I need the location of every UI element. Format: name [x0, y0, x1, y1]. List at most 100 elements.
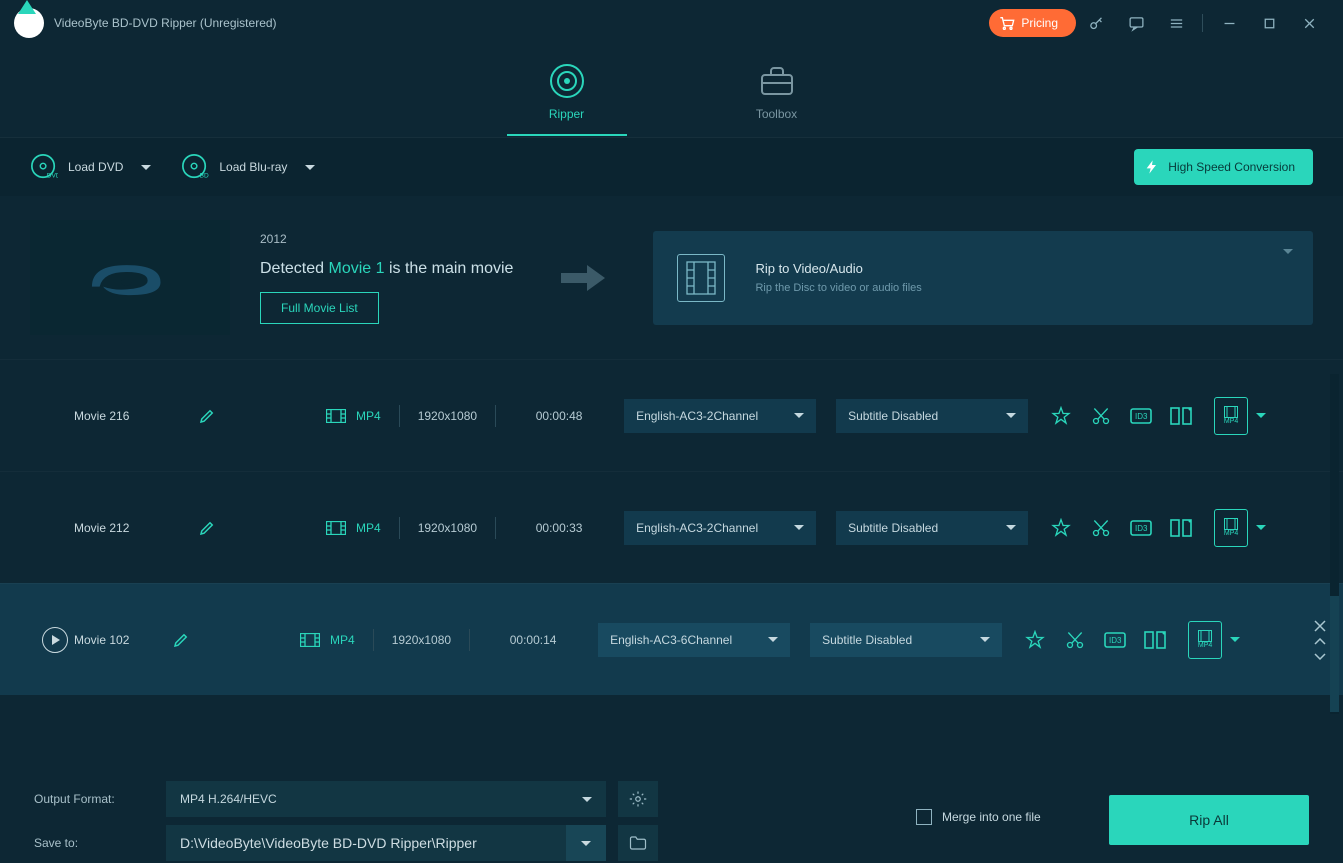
disc-thumbnail	[30, 220, 230, 335]
rip-target-card[interactable]: Rip to Video/Audio Rip the Disc to video…	[653, 231, 1313, 325]
load-dvd-button[interactable]: DVD Load DVD	[30, 153, 151, 181]
film-strip-icon	[326, 409, 346, 423]
move-up-icon[interactable]	[1314, 638, 1326, 646]
movie-name: Movie 216	[74, 409, 194, 423]
checkbox-icon	[916, 809, 932, 825]
cut-icon[interactable]	[1090, 405, 1112, 427]
full-movie-list-button[interactable]: Full Movie List	[260, 292, 379, 324]
main-movie-name: Movie 1	[328, 260, 384, 277]
chevron-down-icon	[980, 637, 990, 642]
detected-text: Detected Movie 1 is the main movie	[260, 260, 513, 278]
output-format-button[interactable]: MP4	[1214, 509, 1266, 547]
toolbox-icon	[759, 63, 795, 99]
load-dvd-label: Load DVD	[68, 160, 123, 174]
resolution: 1920x1080	[418, 409, 477, 423]
info-icon[interactable]: ID3	[1130, 405, 1152, 427]
edit-icon[interactable]	[198, 519, 216, 537]
menu-icon[interactable]	[1156, 8, 1196, 38]
merge-label: Merge into one file	[942, 810, 1041, 824]
folder-icon	[629, 835, 647, 851]
maximize-button[interactable]	[1249, 8, 1289, 38]
scrollbar-thumb[interactable]	[1330, 596, 1339, 712]
save-to-label: Save to:	[34, 836, 154, 850]
open-folder-button[interactable]	[618, 825, 658, 861]
film-icon	[677, 254, 725, 302]
resolution: 1920x1080	[418, 521, 477, 535]
movie-name: Movie 212	[74, 521, 194, 535]
remove-icon[interactable]	[1314, 620, 1326, 632]
save-path-field[interactable]: D:\VideoByte\VideoByte BD-DVD Ripper\Rip…	[166, 825, 566, 861]
audio-select[interactable]: English-AC3-6Channel	[598, 623, 790, 657]
format-info: MP4	[326, 521, 381, 535]
chevron-down-icon	[1006, 525, 1016, 530]
cut-icon[interactable]	[1064, 629, 1086, 651]
tab-toolbox-label: Toolbox	[756, 107, 797, 121]
pricing-button[interactable]: Pricing	[989, 9, 1076, 37]
subtitle-select[interactable]: Subtitle Disabled	[836, 511, 1028, 545]
star-icon[interactable]	[1050, 517, 1072, 539]
info-icon[interactable]: ID3	[1104, 629, 1126, 651]
close-button[interactable]	[1289, 8, 1329, 38]
save-path-dropdown[interactable]	[566, 825, 606, 861]
audio-select[interactable]: English-AC3-2Channel	[624, 511, 816, 545]
disc-summary: 2012 Detected Movie 1 is the main movie …	[0, 196, 1343, 359]
svg-text:BD: BD	[200, 172, 209, 179]
compress-icon[interactable]	[1144, 629, 1166, 651]
duration: 00:00:48	[514, 409, 604, 423]
format-info: MP4	[326, 409, 381, 423]
play-button[interactable]	[42, 627, 68, 653]
output-format-select[interactable]: MP4 H.264/HEVC	[166, 781, 606, 817]
audio-select[interactable]: English-AC3-2Channel	[624, 399, 816, 433]
pricing-label: Pricing	[1021, 16, 1058, 30]
app-title: VideoByte BD-DVD Ripper (Unregistered)	[54, 16, 277, 30]
feedback-icon[interactable]	[1116, 8, 1156, 38]
move-down-icon[interactable]	[1314, 652, 1326, 660]
bluray-disc-icon: BD	[181, 153, 209, 181]
chevron-down-icon	[1230, 637, 1240, 642]
chevron-down-icon	[794, 525, 804, 530]
compress-icon[interactable]	[1170, 517, 1192, 539]
duration: 00:00:14	[488, 633, 578, 647]
rip-card-title: Rip to Video/Audio	[755, 261, 921, 276]
svg-text:DVD: DVD	[47, 172, 58, 179]
duration: 00:00:33	[514, 521, 604, 535]
subtitle-select[interactable]: Subtitle Disabled	[810, 623, 1002, 657]
merge-checkbox[interactable]: Merge into one file	[916, 809, 1041, 825]
divider	[1202, 14, 1203, 32]
chevron-down-icon	[305, 165, 315, 170]
star-icon[interactable]	[1050, 405, 1072, 427]
bluray-logo-icon	[78, 248, 183, 308]
film-strip-icon	[300, 633, 320, 647]
cut-icon[interactable]	[1090, 517, 1112, 539]
edit-icon[interactable]	[172, 631, 190, 649]
load-bluray-button[interactable]: BD Load Blu-ray	[181, 153, 315, 181]
list-item[interactable]: Movie 216 MP4 1920x1080 00:00:48 English…	[0, 359, 1343, 471]
output-format-button[interactable]: MP4	[1188, 621, 1240, 659]
resolution: 1920x1080	[392, 633, 451, 647]
output-format-label: Output Format:	[34, 792, 154, 806]
svg-text:ID3: ID3	[1135, 524, 1148, 533]
output-format-button[interactable]: MP4	[1214, 397, 1266, 435]
chevron-down-icon	[141, 165, 151, 170]
subtitle-select[interactable]: Subtitle Disabled	[836, 399, 1028, 433]
format-info: MP4	[300, 633, 355, 647]
edit-icon[interactable]	[198, 407, 216, 425]
high-speed-button[interactable]: High Speed Conversion	[1134, 149, 1313, 185]
tab-ripper[interactable]: Ripper	[507, 48, 627, 136]
titlebar: VideoByte BD-DVD Ripper (Unregistered) P…	[0, 0, 1343, 46]
load-bluray-label: Load Blu-ray	[219, 160, 287, 174]
rip-card-subtitle: Rip the Disc to video or audio files	[755, 282, 921, 294]
star-icon[interactable]	[1024, 629, 1046, 651]
list-item[interactable]: Movie 102 MP4 1920x1080 00:00:14 English…	[0, 583, 1343, 695]
compress-icon[interactable]	[1170, 405, 1192, 427]
list-item[interactable]: Movie 212 MP4 1920x1080 00:00:33 English…	[0, 471, 1343, 583]
summary-text: 2012 Detected Movie 1 is the main movie …	[260, 232, 513, 324]
tab-toolbox[interactable]: Toolbox	[717, 48, 837, 136]
info-icon[interactable]: ID3	[1130, 517, 1152, 539]
key-icon[interactable]	[1076, 8, 1116, 38]
svg-text:ID3: ID3	[1109, 636, 1122, 645]
minimize-button[interactable]	[1209, 8, 1249, 38]
settings-button[interactable]	[618, 781, 658, 817]
rip-all-button[interactable]: Rip All	[1109, 795, 1309, 845]
high-speed-label: High Speed Conversion	[1168, 160, 1295, 174]
